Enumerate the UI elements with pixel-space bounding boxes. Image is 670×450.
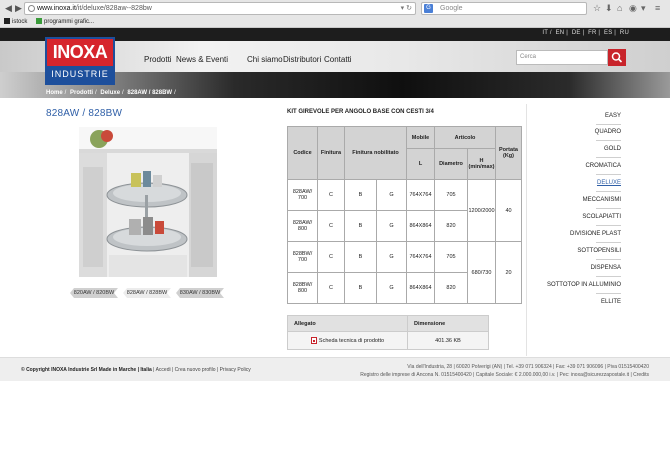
- nav-prodotti[interactable]: Prodotti: [144, 55, 172, 64]
- product-title: 828AW / 828BW: [46, 108, 123, 119]
- table-row: 828AW/ 700 C B G 764X764 705 1200/2000 4…: [287, 179, 522, 242]
- col-mobile: Mobile: [406, 126, 435, 149]
- browser-search-field[interactable]: G Google: [421, 2, 587, 15]
- col-diametro: Diametro: [434, 148, 468, 180]
- sidebar-item-sottotop[interactable]: SOTTOTOP IN ALLUMINIO: [547, 282, 621, 288]
- breadcrumb-prodotti[interactable]: Prodotti: [70, 90, 93, 96]
- breadcrumb-home[interactable]: Home: [46, 90, 63, 96]
- site-search-button[interactable]: [608, 49, 626, 66]
- sidebar-item-deluxe[interactable]: DELUXE: [597, 180, 621, 186]
- globe-icon: [28, 5, 35, 12]
- browser-toolbar: ◀ ▶ www.inoxa.it/it/deluxe/828aw--828bw …: [0, 0, 670, 28]
- col-allegato: Allegato: [287, 315, 408, 332]
- sidebar-item-dispensa[interactable]: DISPENSA: [591, 265, 621, 271]
- footer-copyright: © Copyright INOXA Industrie Srl Made in …: [21, 367, 152, 373]
- sidebar-item-ellite[interactable]: ELLITE: [601, 299, 621, 305]
- sidebar-item-quadro[interactable]: QUADRO: [595, 129, 621, 135]
- inoxa-logo[interactable]: INOXA INDUSTRIE: [45, 37, 115, 85]
- lang-en[interactable]: EN: [556, 30, 565, 36]
- col-h: H (min/max): [467, 148, 496, 180]
- lang-de[interactable]: DE: [572, 30, 581, 36]
- breadcrumb-deluxe[interactable]: Deluxe: [100, 90, 120, 96]
- language-switcher: IT / EN | DE | FR | ES | RU: [542, 30, 629, 36]
- footer-registry: Registro delle imprese di Ancona N. 0151…: [360, 372, 649, 378]
- product-photo: [79, 127, 217, 277]
- spec-table: Codice Finitura Finitura nobilitato Mobi…: [287, 126, 522, 304]
- sidebar-item-divisione-plast[interactable]: DIVISIONE PLAST: [570, 231, 621, 237]
- table-row: 828BW/ 700 C B G 764X764 705 680/730 20: [287, 241, 522, 304]
- addon-icon[interactable]: ◉: [629, 3, 637, 14]
- col-finitura-nobilitato: Finitura nobilitato: [344, 126, 407, 180]
- attachment-size: 401.36 KB: [407, 331, 489, 350]
- sidebar-item-meccanismi[interactable]: MECCANISMI: [583, 197, 621, 203]
- lang-ru[interactable]: RU: [620, 30, 629, 36]
- nav-news-eventi[interactable]: News & Eventi: [176, 55, 228, 64]
- home-icon[interactable]: ⌂: [617, 3, 622, 14]
- thumb-828aw[interactable]: 828AW / 828BW: [123, 288, 171, 298]
- sidebar-item-gold[interactable]: GOLD: [604, 146, 621, 152]
- site-footer: © Copyright INOXA Industrie Srl Made in …: [0, 357, 670, 381]
- download-icon[interactable]: ⬇: [605, 3, 613, 14]
- col-l: L: [406, 148, 435, 180]
- thumb-830aw[interactable]: 830AW / 830BW: [176, 288, 224, 298]
- thumb-820aw[interactable]: 820AW / 820BW: [70, 288, 118, 298]
- istock-icon: [4, 18, 10, 25]
- col-codice: Codice: [287, 126, 318, 180]
- folder-icon: [36, 18, 42, 25]
- sidebar-item-easy[interactable]: EASY: [605, 113, 621, 119]
- lang-fr[interactable]: FR: [588, 30, 596, 36]
- col-portata: Portata (Kg): [495, 126, 522, 180]
- nav-chi-siamo[interactable]: Chi siamo: [247, 55, 283, 64]
- footer-links[interactable]: Accedi | Crea nuovo profilo | Privacy Po…: [156, 367, 251, 373]
- pdf-icon: [310, 337, 317, 344]
- sidebar-item-scolapiatti[interactable]: SCOLAPIATTI: [582, 214, 621, 220]
- col-articolo: Articolo: [434, 126, 496, 149]
- attachment-link[interactable]: Scheda tecnica di prodotto: [319, 338, 384, 344]
- address-bar[interactable]: www.inoxa.it/it/deluxe/828aw--828bw ▾ ↻: [24, 2, 416, 15]
- footer-address: Via dell'Industria, 28 | 60020 Polverigi…: [407, 364, 649, 370]
- lang-it[interactable]: IT: [542, 30, 548, 36]
- bookmark-programmi[interactable]: programmi grafic...: [36, 16, 94, 28]
- attachment-row: Scheda tecnica di prodotto 401.36 KB: [287, 331, 489, 350]
- reload-icon[interactable]: ▾ ↻: [401, 3, 412, 14]
- forward-icon[interactable]: ▶: [13, 3, 24, 14]
- breadcrumb: Home / Prodotti / Deluxe/ 828AW / 828BW /: [46, 90, 176, 96]
- search-icon: [611, 52, 623, 63]
- sidebar-item-cromatica[interactable]: CROMATICA: [585, 163, 621, 169]
- bookmark-istock[interactable]: istock: [4, 16, 27, 28]
- addon-menu-icon[interactable]: ▾: [641, 3, 646, 14]
- sidebar-item-sottopensili[interactable]: SOTTOPENSILI: [577, 248, 621, 254]
- menu-icon[interactable]: ≡: [655, 3, 660, 14]
- nav-distributori[interactable]: Distributori: [283, 55, 321, 64]
- col-dimensione: Dimensione: [407, 315, 489, 332]
- breadcrumb-current: 828AW / 828BW: [127, 90, 173, 96]
- table-title: KIT GIREVOLE PER ANGOLO BASE CON CESTI 3…: [287, 109, 434, 115]
- lang-es[interactable]: ES: [604, 30, 612, 36]
- corner-carousel-image: [79, 127, 217, 277]
- attachments-table: Allegato Dimensione Scheda tecnica di pr…: [287, 315, 489, 350]
- star-icon[interactable]: ☆: [593, 3, 601, 14]
- nav-contatti[interactable]: Contatti: [324, 55, 352, 64]
- site-search-input[interactable]: Cerca: [516, 50, 608, 65]
- col-finitura: Finitura: [317, 126, 345, 180]
- search-engine-icon[interactable]: G: [424, 4, 433, 13]
- sidebar-divider: [526, 104, 527, 356]
